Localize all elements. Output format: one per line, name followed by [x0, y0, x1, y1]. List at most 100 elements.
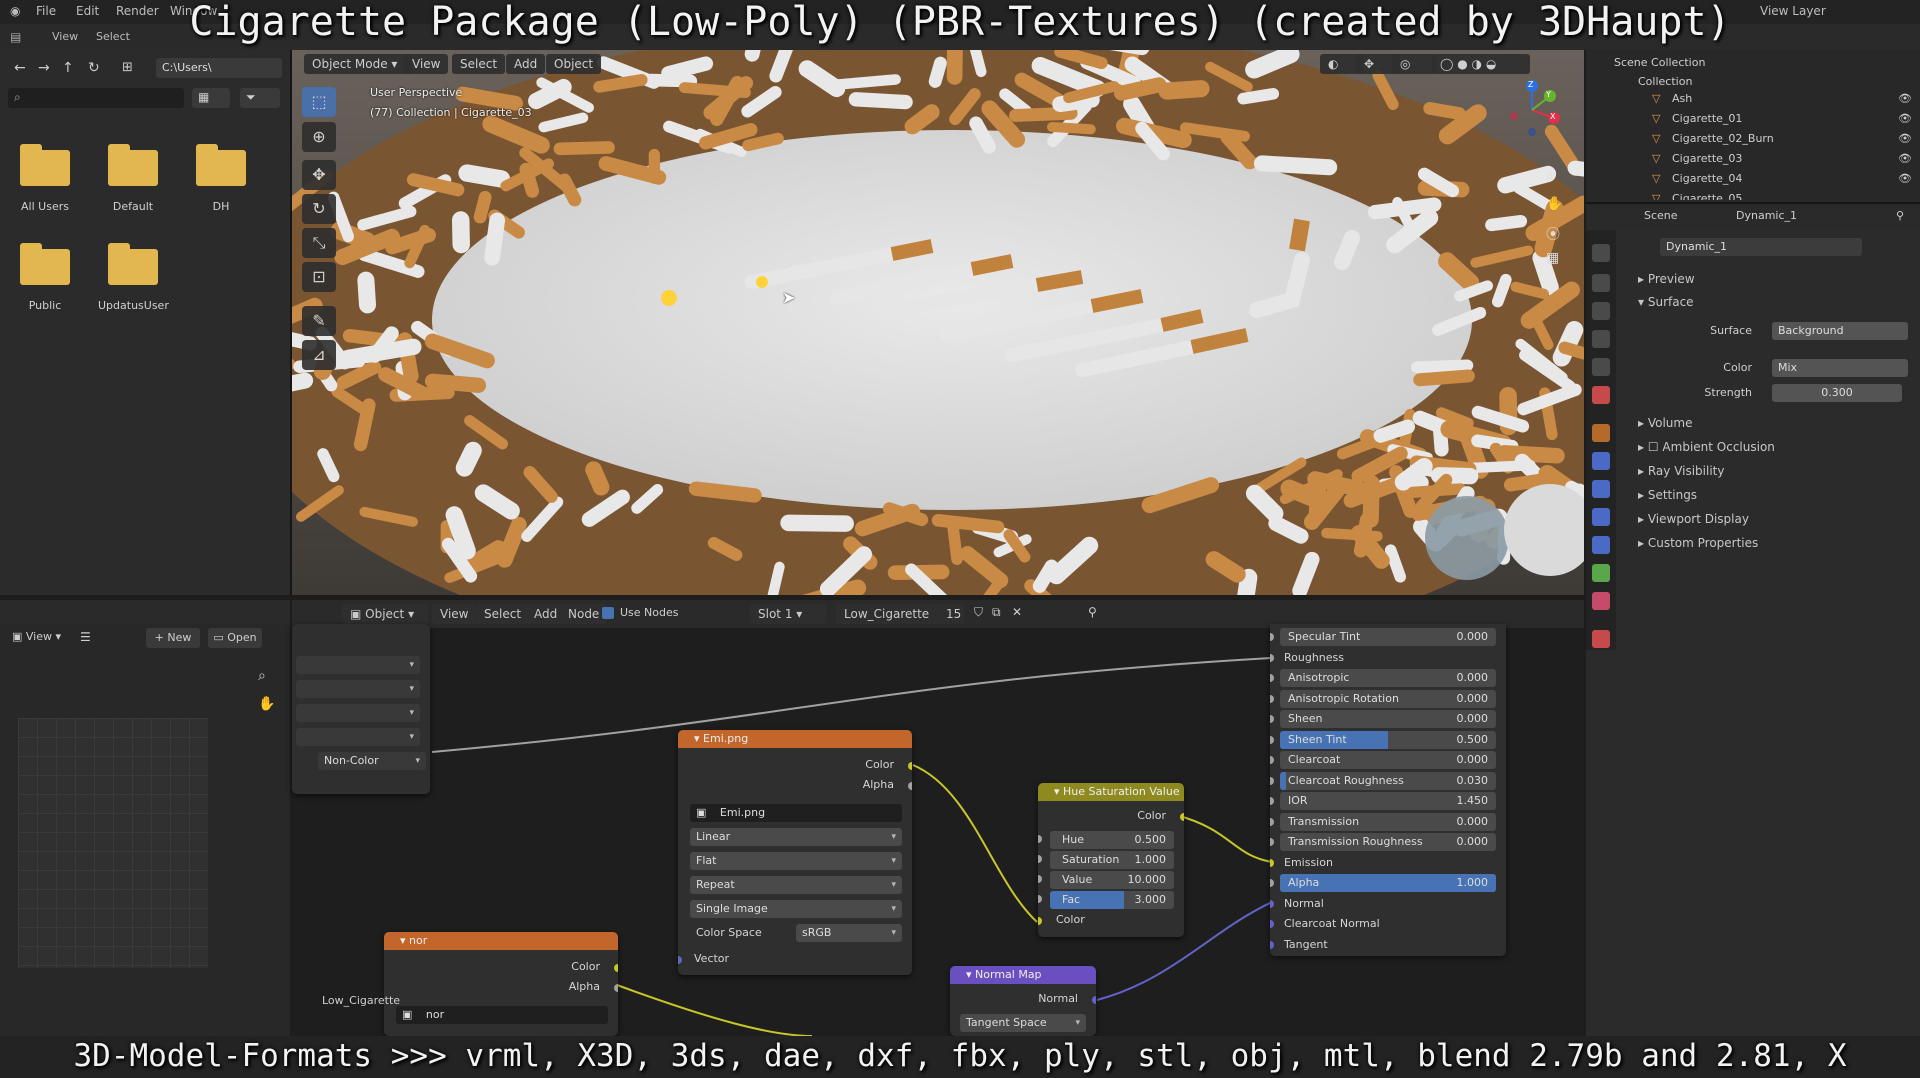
- camera-view-icon[interactable]: ⦿: [1546, 224, 1560, 244]
- hue-field[interactable]: Hue 0.500: [1050, 831, 1174, 849]
- image-view-menu[interactable]: ▣ View ▾: [12, 630, 61, 643]
- node-header[interactable]: ▾ nor: [384, 932, 618, 950]
- projection-dropdown[interactable]: Flat ▾: [690, 852, 902, 870]
- bsdf-input-socket[interactable]: [1270, 899, 1274, 908]
- saturation-field[interactable]: Saturation 1.000: [1050, 851, 1174, 869]
- shading-mode-buttons[interactable]: ◯ ● ◑ ◒: [1432, 54, 1530, 74]
- bsdf-field-clearcoat[interactable]: Clearcoat 0.000: [1280, 751, 1496, 769]
- world-tab-icon[interactable]: [1592, 386, 1610, 404]
- section-volume[interactable]: ▸ Volume: [1638, 416, 1692, 430]
- outliner-item-cigarette-02-burn[interactable]: Cigarette_02_Burn: [1672, 132, 1774, 145]
- output-alpha-socket[interactable]: [614, 984, 618, 992]
- back-arrow-icon[interactable]: ←: [14, 60, 26, 76]
- dropdown-field[interactable]: ▾: [296, 728, 420, 746]
- visibility-eye-icon[interactable]: 👁: [1898, 132, 1912, 145]
- normal-map-node[interactable]: ▾ Normal Map Normal Tangent Space ▾: [950, 966, 1096, 1036]
- annotate-tool-icon[interactable]: ✎: [302, 306, 336, 336]
- overlay-toggle-icon[interactable]: ◎: [1392, 54, 1436, 74]
- bsdf-field-transmission[interactable]: Transmission 0.000: [1280, 812, 1496, 831]
- path-field[interactable]: C:\Users\: [156, 58, 282, 78]
- bsdf-field-transmission-roughness[interactable]: Transmission Roughness 0.000: [1280, 833, 1496, 851]
- bsdf-input-socket[interactable]: [1270, 817, 1274, 826]
- view-layer-tab-icon[interactable]: [1592, 330, 1610, 348]
- bsdf-input-socket[interactable]: [1270, 776, 1274, 785]
- bsdf-field-anisotropic-rotation[interactable]: Anisotropic Rotation 0.000: [1280, 689, 1496, 708]
- bsdf-field-alpha[interactable]: Alpha 1.000: [1280, 874, 1496, 892]
- bsdf-input-socket[interactable]: [1270, 715, 1274, 723]
- object-tab-icon[interactable]: [1592, 424, 1610, 442]
- bsdf-input-socket[interactable]: [1270, 940, 1274, 949]
- particles-tab-icon[interactable]: [1592, 480, 1610, 498]
- folder-public[interactable]: Public: [10, 243, 80, 312]
- display-mode-button[interactable]: ▦: [192, 88, 230, 108]
- hue-saturation-value-node[interactable]: ▾ Hue Saturation Value Color Hue 0.500 Sa…: [1038, 783, 1184, 937]
- scene-label[interactable]: Scene: [1644, 209, 1678, 222]
- collection-label[interactable]: Collection: [1638, 75, 1692, 88]
- bsdf-input-socket[interactable]: [1270, 797, 1274, 805]
- folder-default[interactable]: Default: [98, 144, 168, 213]
- section-custom-properties[interactable]: ▸ Custom Properties: [1638, 536, 1758, 550]
- bsdf-field-anisotropic[interactable]: Anisotropic 0.000: [1280, 669, 1496, 687]
- node-header[interactable]: ▾ Hue Saturation Value: [1038, 783, 1184, 801]
- input-hue-socket[interactable]: [1038, 835, 1042, 843]
- space-dropdown[interactable]: Tangent Space ▾: [960, 1014, 1086, 1032]
- outliner-item-cigarette-04[interactable]: Cigarette_04: [1672, 172, 1742, 185]
- 3d-viewport[interactable]: Object Mode ▾ View Select Add Object Use…: [292, 50, 1584, 595]
- pan-hand-icon[interactable]: ✋: [258, 696, 275, 712]
- section-settings[interactable]: ▸ Settings: [1638, 488, 1697, 502]
- image-canvas-grid[interactable]: [18, 718, 208, 968]
- parent-dir-icon[interactable]: ↑: [62, 60, 74, 76]
- scale-tool-icon[interactable]: ⤡: [302, 228, 336, 258]
- bsdf-field-ior[interactable]: IOR 1.450: [1280, 792, 1496, 810]
- world-name-field[interactable]: Dynamic_1: [1660, 238, 1862, 256]
- new-image-button[interactable]: + New: [146, 628, 200, 648]
- input-saturation-socket[interactable]: [1038, 855, 1042, 863]
- tool-tab-icon[interactable]: [1592, 244, 1610, 262]
- hamburger-menu-icon[interactable]: ☰: [80, 630, 91, 644]
- section-ray-visibility[interactable]: ▸ Ray Visibility: [1638, 464, 1724, 478]
- node-header[interactable]: ▾ Normal Map: [950, 966, 1096, 984]
- bsdf-input-socket[interactable]: [1270, 674, 1274, 682]
- bsdf-input-socket[interactable]: [1270, 653, 1274, 662]
- bsdf-input-socket[interactable]: [1270, 920, 1274, 928]
- outliner-item-cigarette-05[interactable]: Cigarette_05: [1672, 192, 1742, 200]
- zoom-icon[interactable]: ⌕: [1546, 168, 1554, 184]
- outliner-item-ash[interactable]: Ash: [1672, 92, 1692, 105]
- section-surface[interactable]: ▾ Surface: [1638, 295, 1694, 309]
- bsdf-input-socket[interactable]: [1270, 756, 1274, 764]
- scene-collection-label[interactable]: Scene Collection: [1614, 56, 1705, 69]
- colorspace-dropdown[interactable]: sRGB ▾: [796, 924, 902, 942]
- visibility-eye-icon[interactable]: 👁: [1898, 92, 1912, 105]
- outliner-item-cigarette-01[interactable]: Cigarette_01: [1672, 112, 1742, 125]
- bsdf-field-clearcoat-roughness[interactable]: Clearcoat Roughness 0.030: [1280, 771, 1496, 790]
- data-tab-icon[interactable]: [1592, 564, 1610, 582]
- measure-tool-icon[interactable]: ⊿: [302, 340, 336, 370]
- folder-all-users[interactable]: All Users: [10, 144, 80, 213]
- cursor-tool-icon[interactable]: ⊕: [302, 122, 336, 152]
- color-input[interactable]: Mix: [1772, 359, 1908, 377]
- texture-tab-icon[interactable]: [1592, 630, 1610, 648]
- folder-dh[interactable]: DH: [186, 144, 256, 213]
- world-label[interactable]: Dynamic_1: [1736, 209, 1797, 222]
- output-alpha-socket[interactable]: [908, 782, 912, 790]
- strength-field[interactable]: 0.300: [1772, 384, 1902, 402]
- bsdf-field-sheen-tint[interactable]: Sheen Tint 0.500: [1280, 730, 1496, 749]
- bsdf-input-socket[interactable]: [1270, 633, 1274, 641]
- viewport-menu-view[interactable]: View: [404, 54, 449, 74]
- output-normal-socket[interactable]: [1092, 996, 1096, 1004]
- bsdf-input-socket[interactable]: [1270, 838, 1274, 846]
- dropdown-field[interactable]: ▾: [296, 656, 420, 674]
- value-field[interactable]: Value 10.000: [1050, 871, 1174, 889]
- bsdf-input-socket[interactable]: [1270, 735, 1274, 744]
- viewport-menu-add[interactable]: Add: [506, 54, 546, 74]
- viewport-menu-select[interactable]: Select: [452, 54, 506, 74]
- interpolation-dropdown[interactable]: Linear ▾: [690, 828, 902, 846]
- node-header[interactable]: ▾ Emi.png: [678, 730, 912, 748]
- emi-image-texture-node[interactable]: ▾ Emi.png Color Alpha ▣ Emi.png Linear ▾ …: [678, 730, 912, 975]
- output-color-socket[interactable]: [908, 762, 912, 770]
- pan-hand-icon[interactable]: ✋: [1546, 196, 1563, 212]
- search-input[interactable]: ⌕: [8, 88, 184, 108]
- partial-image-node[interactable]: ▾ ▾ ▾ ▾ Non-Color ▾: [292, 624, 430, 794]
- ortho-toggle-icon[interactable]: ▦: [1546, 250, 1559, 266]
- bsdf-input-socket[interactable]: [1270, 694, 1274, 703]
